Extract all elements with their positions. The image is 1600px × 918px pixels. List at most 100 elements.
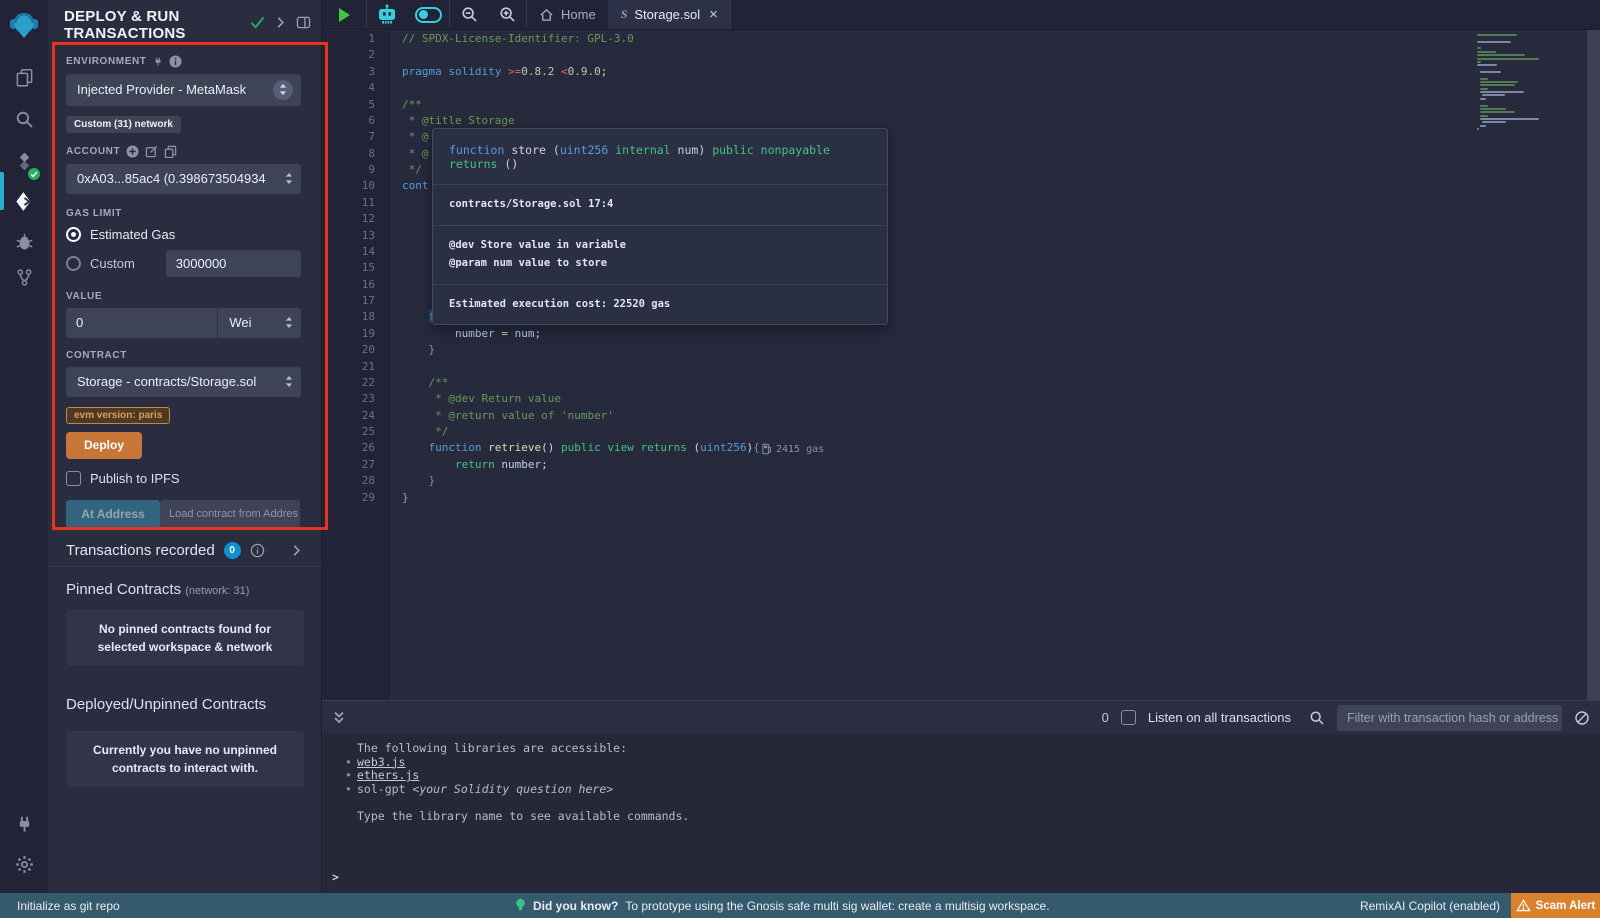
plugin-manager-icon[interactable] <box>0 805 48 843</box>
custom-gas-input[interactable]: 3000000 <box>166 250 301 277</box>
deploy-run-panel: DEPLOY & RUN TRANSACTIONS ENVIRONMENT <box>48 0 322 893</box>
search-icon[interactable] <box>0 100 48 138</box>
transactions-recorded-label: Transactions recorded <box>66 542 215 559</box>
contract-label: CONTRACT <box>66 350 127 361</box>
add-account-icon[interactable] <box>126 145 139 158</box>
terminal-outro-line: Type the library name to see available c… <box>357 810 689 824</box>
copilot-status[interactable]: RemixAI Copilot (enabled) <box>1360 899 1500 913</box>
pinned-contracts-title: Pinned Contracts (network: 31) <box>66 581 301 598</box>
at-address-input[interactable]: Load contract from Addres <box>160 500 300 528</box>
warning-triangle-icon <box>1516 899 1531 912</box>
transactions-info-icon[interactable] <box>250 543 265 558</box>
copy-account-icon[interactable] <box>164 145 177 158</box>
lightbulb-icon <box>515 898 526 913</box>
run-script-button[interactable] <box>322 0 366 29</box>
active-plugin-indicator <box>0 172 4 210</box>
unpinned-empty-state: Currently you have no unpinnedcontracts … <box>66 731 304 787</box>
pin-panel-icon[interactable] <box>296 16 311 29</box>
publish-ipfs-checkbox[interactable] <box>66 471 81 486</box>
tooltip-signature: function store (uint256 internal num) pu… <box>433 129 887 184</box>
contract-stepper-icon <box>285 376 293 387</box>
scam-alert-button[interactable]: Scam Alert <box>1511 893 1600 918</box>
ai-copilot-icon[interactable] <box>367 0 407 29</box>
terminal-search-icon[interactable] <box>1309 710 1325 726</box>
unit-stepper-icon <box>285 317 293 328</box>
deploy-button[interactable]: Deploy <box>66 432 142 459</box>
deploy-run-icon[interactable] <box>0 182 48 220</box>
plug-icon[interactable] <box>153 56 163 67</box>
listen-transactions-checkbox[interactable] <box>1121 710 1136 725</box>
debugger-icon[interactable] <box>0 222 48 260</box>
environment-select[interactable]: Injected Provider - MetaMask <box>66 74 301 106</box>
web3-link[interactable]: web3.js <box>357 755 405 769</box>
gas-estimate-widget: 2415 gas <box>762 443 824 456</box>
transactions-expand-icon[interactable] <box>292 544 301 557</box>
contract-select[interactable]: Storage - contracts/Storage.sol <box>66 367 301 397</box>
clear-console-icon[interactable] <box>1574 710 1590 726</box>
custom-gas-radio[interactable] <box>66 256 81 271</box>
main-area: Home S Storage.sol × 1234567891011121314… <box>322 0 1600 893</box>
tooltip-docs: @dev Store value in variable@param num v… <box>433 226 887 284</box>
ethers-link[interactable]: ethers.js <box>357 768 419 782</box>
panel-title: DEPLOY & RUN TRANSACTIONS <box>64 8 219 43</box>
did-you-know-tip: Did you know? To prototype using the Gno… <box>515 898 1050 913</box>
editor-scrollbar[interactable] <box>1587 30 1600 700</box>
tooltip-location: contracts/Storage.sol 17:4 <box>433 185 887 225</box>
edit-account-icon[interactable] <box>145 145 158 158</box>
home-icon <box>539 8 554 22</box>
value-label: VALUE <box>66 291 102 302</box>
editor-minimap[interactable] <box>1477 34 1583 131</box>
network-badge: Custom (31) network <box>66 116 181 133</box>
icon-sidebar <box>0 0 48 893</box>
terminal-tx-count: 0 <box>1102 710 1109 725</box>
panel-check-icon <box>250 16 265 29</box>
environment-info-icon[interactable] <box>169 55 182 68</box>
estimated-gas-radio[interactable] <box>66 227 81 242</box>
pinned-empty-state: No pinned contracts found forselected wo… <box>66 610 304 666</box>
account-stepper-icon <box>285 173 293 184</box>
solidity-compiler-icon[interactable] <box>0 142 48 180</box>
git-icon[interactable] <box>0 258 48 296</box>
estimated-gas-label: Estimated Gas <box>90 227 175 242</box>
terminal-header: 0 Listen on all transactions Filter with… <box>322 700 1600 734</box>
unpinned-contracts-title: Deployed/Unpinned Contracts <box>66 696 301 713</box>
evm-version-badge: evm version: paris <box>66 407 170 424</box>
publish-ipfs-label: Publish to IPFS <box>90 471 180 486</box>
account-select[interactable]: 0xA03...85ac4 (0.398673504934 <box>66 164 301 194</box>
account-label: ACCOUNT <box>66 146 120 157</box>
terminal-collapse-icon[interactable] <box>332 710 346 725</box>
at-address-button[interactable]: At Address <box>66 500 160 528</box>
tab-home[interactable]: Home <box>527 0 608 29</box>
terminal-intro-line: The following libraries are accessible: <box>357 742 689 756</box>
copilot-toggle[interactable] <box>407 0 449 29</box>
terminal-prompt[interactable]: > <box>332 871 339 885</box>
terminal[interactable]: The following libraries are accessible: … <box>322 734 1600 893</box>
panel-divider <box>48 566 321 567</box>
pinned-network-subtitle: (network: 31) <box>185 585 249 597</box>
editor-tabbar: Home S Storage.sol × <box>322 0 1600 30</box>
tooltip-gas-cost: Estimated execution cost: 22520 gas <box>433 285 887 325</box>
panel-collapse-icon[interactable] <box>276 16 285 29</box>
transactions-count-badge: 0 <box>224 542 241 559</box>
custom-gas-label: Custom <box>90 256 135 271</box>
gas-limit-label: GAS LIMIT <box>66 208 122 219</box>
terminal-output: The following libraries are accessible: … <box>357 742 689 824</box>
compile-success-badge <box>28 168 40 180</box>
file-explorer-icon[interactable] <box>0 58 48 96</box>
init-git-repo-item[interactable]: Initialize as git repo <box>17 899 120 913</box>
zoom-in-icon[interactable] <box>488 0 526 29</box>
value-unit-select[interactable]: Wei <box>217 308 301 338</box>
remix-ide-window: DEPLOY & RUN TRANSACTIONS ENVIRONMENT <box>0 0 1600 918</box>
value-input[interactable]: 0 <box>66 308 217 338</box>
status-bar: Initialize as git repo Did you know? To … <box>0 893 1600 918</box>
terminal-filter-input[interactable]: Filter with transaction hash or address <box>1337 705 1562 731</box>
settings-gear-icon[interactable] <box>0 845 48 883</box>
listen-transactions-label: Listen on all transactions <box>1148 710 1291 725</box>
solidity-file-icon: S <box>621 7 628 22</box>
zoom-out-icon[interactable] <box>450 0 488 29</box>
tab-storage-sol[interactable]: S Storage.sol × <box>609 0 730 29</box>
close-tab-icon[interactable]: × <box>709 7 718 22</box>
remix-logo-icon[interactable] <box>0 6 48 44</box>
environment-label: ENVIRONMENT <box>66 56 147 67</box>
environment-stepper-icon <box>273 80 293 100</box>
